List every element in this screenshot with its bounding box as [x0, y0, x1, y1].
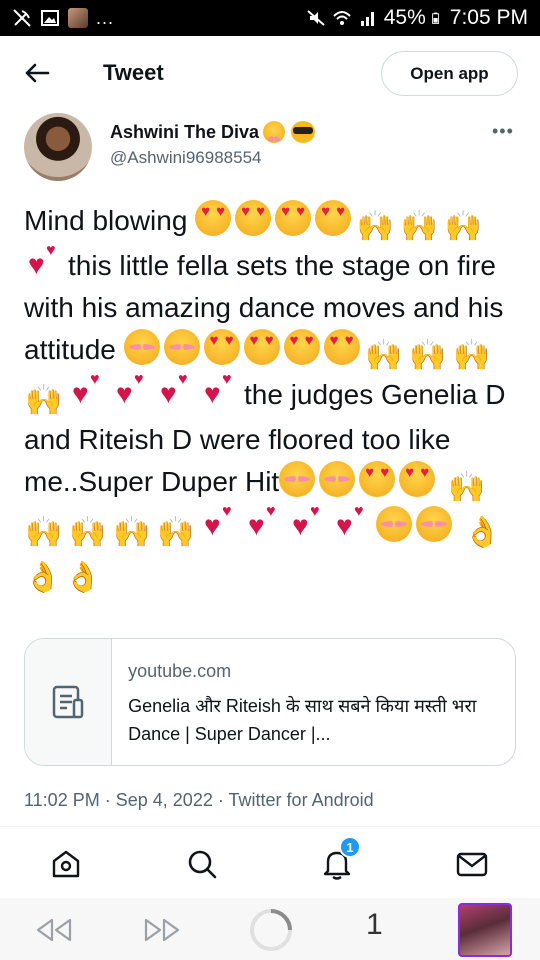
profile-thumbnail[interactable]: [458, 903, 512, 957]
heart-eyes-emoji: [283, 329, 320, 365]
two-hearts-emoji: [244, 504, 284, 542]
fast-forward-icon[interactable]: [142, 914, 182, 946]
raised-hands-emoji: 🙌: [400, 210, 438, 243]
wink-face-emoji: [263, 121, 286, 143]
ok-hand-emoji: 👌: [24, 561, 62, 594]
link-card-title: Genelia और Riteish के साथ सबने किया मस्त…: [128, 696, 477, 744]
avatar[interactable]: [24, 113, 92, 181]
more-options-icon[interactable]: •••: [492, 121, 514, 142]
author-name[interactable]: Ashwini The Diva: [110, 121, 316, 143]
heart-eyes-emoji: [275, 200, 312, 236]
two-hearts-emoji: [24, 243, 64, 281]
two-hearts-emoji: [200, 372, 240, 410]
tweet-source: Twitter for Android: [228, 790, 374, 810]
smiling-face-emoji: [279, 461, 316, 497]
meta-separator: ·: [104, 790, 111, 810]
two-hearts-emoji: [332, 504, 372, 542]
two-hearts-emoji: [288, 504, 328, 542]
tab-count[interactable]: 1: [366, 908, 383, 942]
heart-eyes-emoji: [195, 200, 232, 236]
tweet-author: Ashwini The Diva @Ashwini96988554 •••: [24, 113, 524, 183]
image-icon: [41, 10, 59, 26]
tweet-date[interactable]: Sep 4, 2022: [116, 790, 213, 810]
rewind-icon[interactable]: [34, 914, 74, 946]
smiling-face-emoji: [123, 329, 160, 365]
signal-icon: [360, 12, 374, 26]
status-bar-left: ...: [12, 8, 114, 29]
tweet-time[interactable]: 11:02 PM: [24, 790, 100, 810]
heart-eyes-emoji: [203, 329, 240, 365]
raised-hands-emoji: 🙌: [448, 471, 486, 504]
author-display-name: Ashwini The Diva: [110, 121, 260, 142]
notification-thumbnail: [68, 8, 88, 28]
back-arrow-icon[interactable]: [22, 58, 52, 88]
raised-hands-emoji: 🙌: [157, 516, 195, 549]
tweet-meta: 11:02 PM · Sep 4, 2022 · Twitter for And…: [24, 790, 374, 811]
smiling-face-emoji: [376, 506, 412, 542]
raised-hands-emoji: 🙌: [69, 516, 107, 549]
open-app-button[interactable]: Open app: [381, 51, 518, 96]
link-preview-card[interactable]: youtube.com Genelia और Riteish के साथ सब…: [24, 638, 516, 766]
two-hearts-emoji: [156, 372, 196, 410]
page-title: Tweet: [103, 60, 164, 85]
heart-eyes-emoji: [235, 200, 272, 236]
document-icon: [52, 685, 84, 719]
heart-eyes-emoji: [399, 461, 436, 497]
two-hearts-emoji: [68, 372, 108, 410]
smiling-face-emoji: [163, 329, 200, 365]
top-bar: Tweet Open app: [0, 36, 540, 110]
raised-hands-emoji: 🙌: [356, 210, 394, 243]
heart-eyes-emoji: [315, 200, 352, 236]
battery-percent: 45%: [383, 6, 426, 29]
sunglasses-face-emoji: [291, 121, 316, 143]
raised-hands-emoji: 🙌: [444, 210, 482, 243]
smiling-face-emoji: [416, 506, 452, 542]
two-hearts-emoji: [112, 372, 152, 410]
link-card-body: youtube.com Genelia और Riteish के साथ सब…: [112, 639, 515, 765]
two-hearts-emoji: [200, 504, 240, 542]
battery-icon: [431, 12, 439, 24]
raised-hands-emoji: 🙌: [25, 516, 63, 549]
antenna-off-icon: [13, 9, 31, 27]
wifi-icon: [333, 11, 351, 25]
raised-hands-emoji: 🙌: [452, 339, 491, 372]
raised-hands-emoji: 🙌: [408, 339, 447, 372]
heart-eyes-emoji: [323, 329, 360, 365]
tweet-text: Mind blowing 🙌🙌🙌this little fella sets t…: [24, 200, 518, 596]
bottom-nav: [0, 828, 540, 898]
link-card-domain: youtube.com: [128, 661, 232, 681]
messages-icon[interactable]: [454, 846, 490, 882]
author-handle[interactable]: @Ashwini96988554: [110, 148, 261, 168]
raised-hands-emoji: 🙌: [113, 516, 151, 549]
notification-count-badge: 1: [339, 836, 361, 858]
tweet-text-segment: Mind blowing: [24, 205, 188, 236]
home-icon[interactable]: [48, 846, 84, 882]
heart-eyes-emoji: [359, 461, 396, 497]
loading-spinner-icon: [250, 909, 292, 951]
raised-hands-emoji: 🙌: [364, 339, 403, 372]
link-card-thumbnail: [25, 639, 113, 765]
meta-separator: ·: [217, 790, 224, 810]
smiling-face-emoji: [319, 461, 356, 497]
raised-hands-emoji: 🙌: [25, 384, 63, 417]
search-icon[interactable]: [184, 846, 220, 882]
divider: [0, 826, 540, 827]
sunglasses-lenses: [293, 127, 314, 134]
heart-eyes-emoji: [243, 329, 280, 365]
status-bar: ... 45% 7:05 PM: [0, 0, 540, 36]
ok-hand-emoji: 👌: [64, 561, 102, 594]
overflow-notifications: ...: [96, 7, 115, 28]
mute-icon: [307, 10, 325, 26]
status-bar-right: 45% 7:05 PM: [306, 6, 528, 30]
clock: 7:05 PM: [449, 6, 528, 29]
ok-hand-emoji: 👌: [463, 516, 502, 549]
